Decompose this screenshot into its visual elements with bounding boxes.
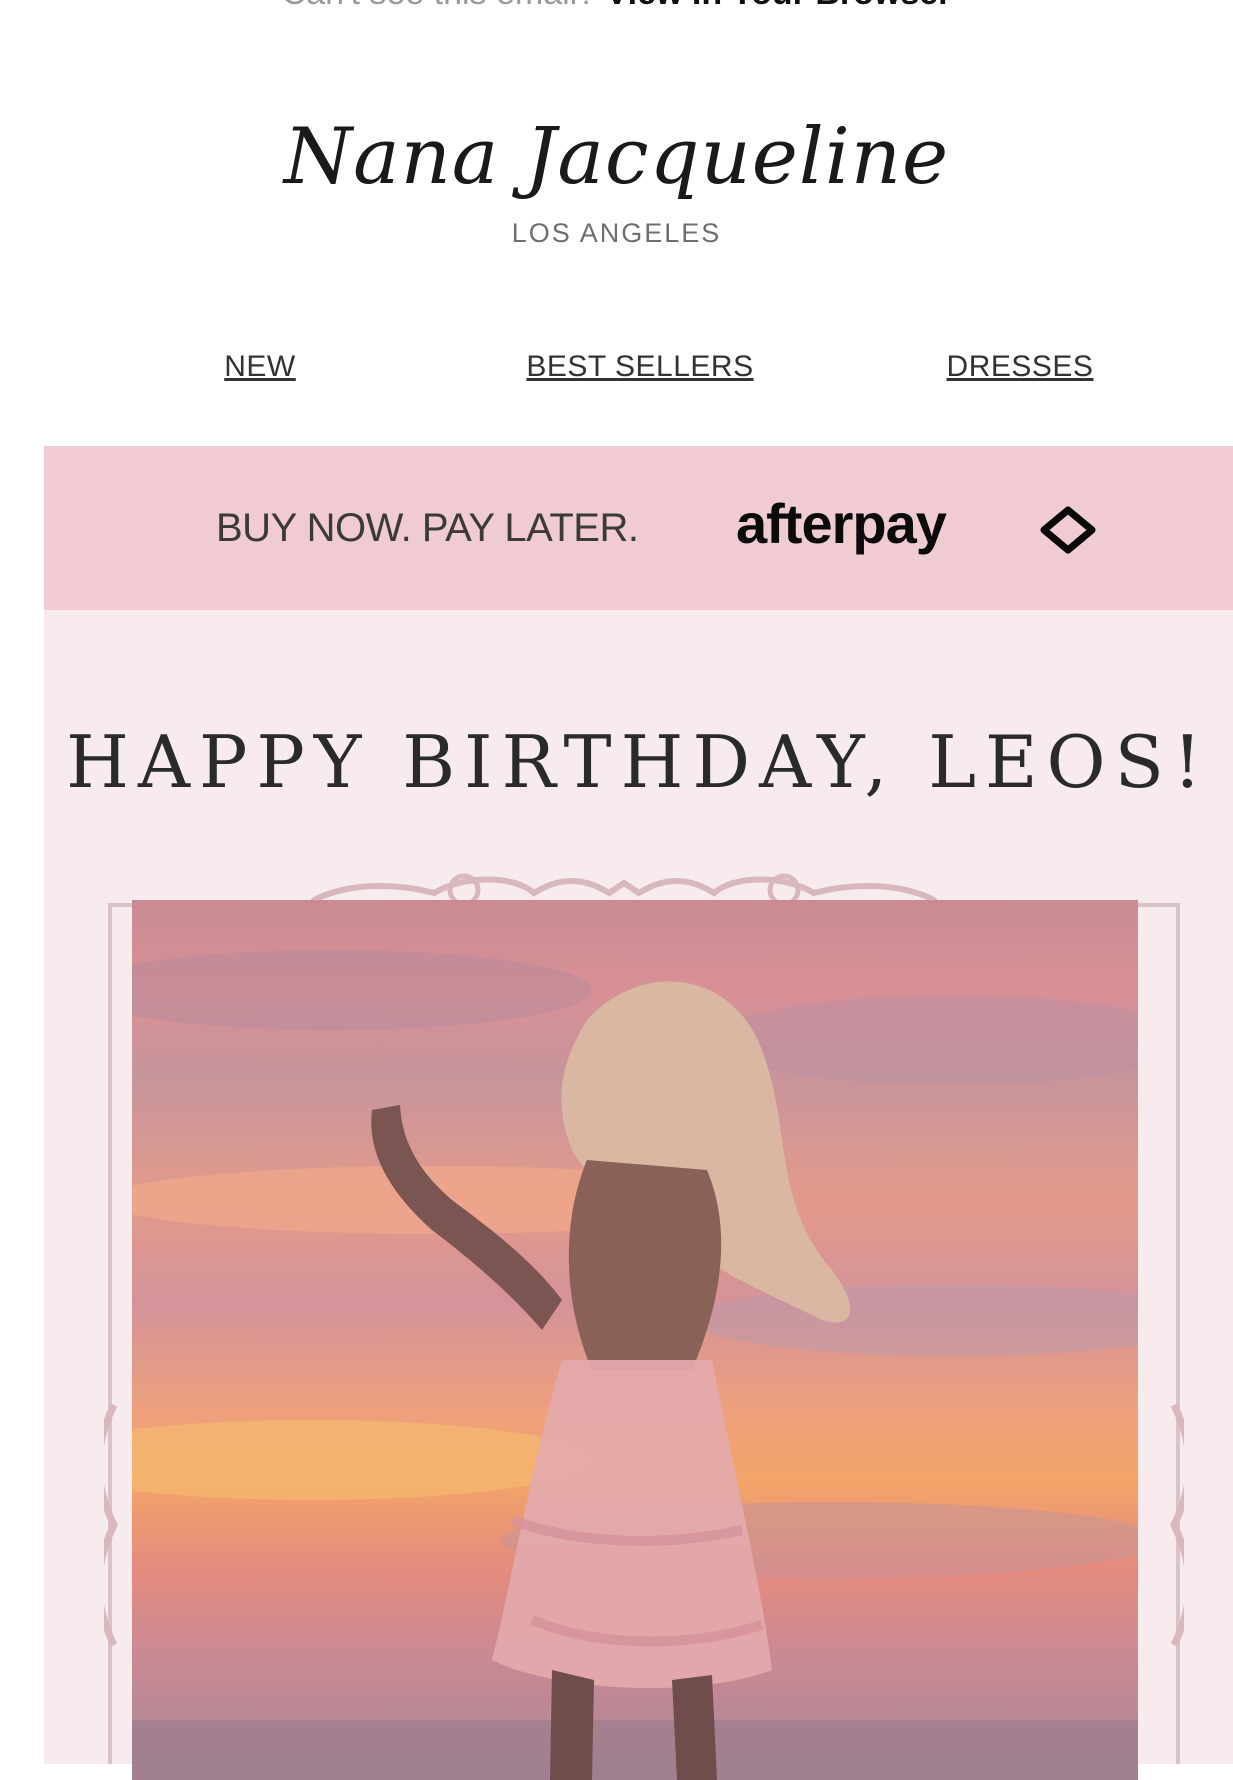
preheader-text: Can't see this email?: [282, 0, 597, 12]
hero-headline: HAPPY BIRTHDAY, LEOS!: [66, 720, 1211, 804]
afterpay-logo-text: afterpay: [736, 492, 947, 555]
afterpay-tagline: BUY NOW. PAY LATER.: [216, 506, 639, 550]
afterpay-banner[interactable]: BUY NOW. PAY LATER. afterpay: [44, 446, 1233, 610]
hero-photo-scene: [132, 950, 1138, 1780]
hero-section: HAPPY BIRTHDAY, LEOS!: [44, 610, 1233, 1780]
afterpay-icon: [1040, 506, 1096, 554]
nav-link-new[interactable]: NEW: [224, 350, 296, 384]
brand-location: LOS ANGELES: [511, 218, 722, 248]
nav-link-best-sellers[interactable]: BEST SELLERS: [526, 350, 753, 384]
ornate-frame: [104, 865, 1184, 1780]
nav-link-dresses[interactable]: DRESSES: [947, 350, 1094, 384]
brand-name: Nana Jacqueline: [283, 112, 950, 202]
preheader: Can't see this email? View In Your Brows…: [0, 0, 1233, 14]
main-nav: NEW BEST SELLERS DRESSES: [0, 350, 1233, 394]
hero-photo[interactable]: [132, 900, 1138, 1780]
brand-logo[interactable]: Nana Jacqueline LOS ANGELES: [0, 118, 1233, 249]
view-in-browser-link[interactable]: View In Your Browser: [606, 0, 952, 12]
